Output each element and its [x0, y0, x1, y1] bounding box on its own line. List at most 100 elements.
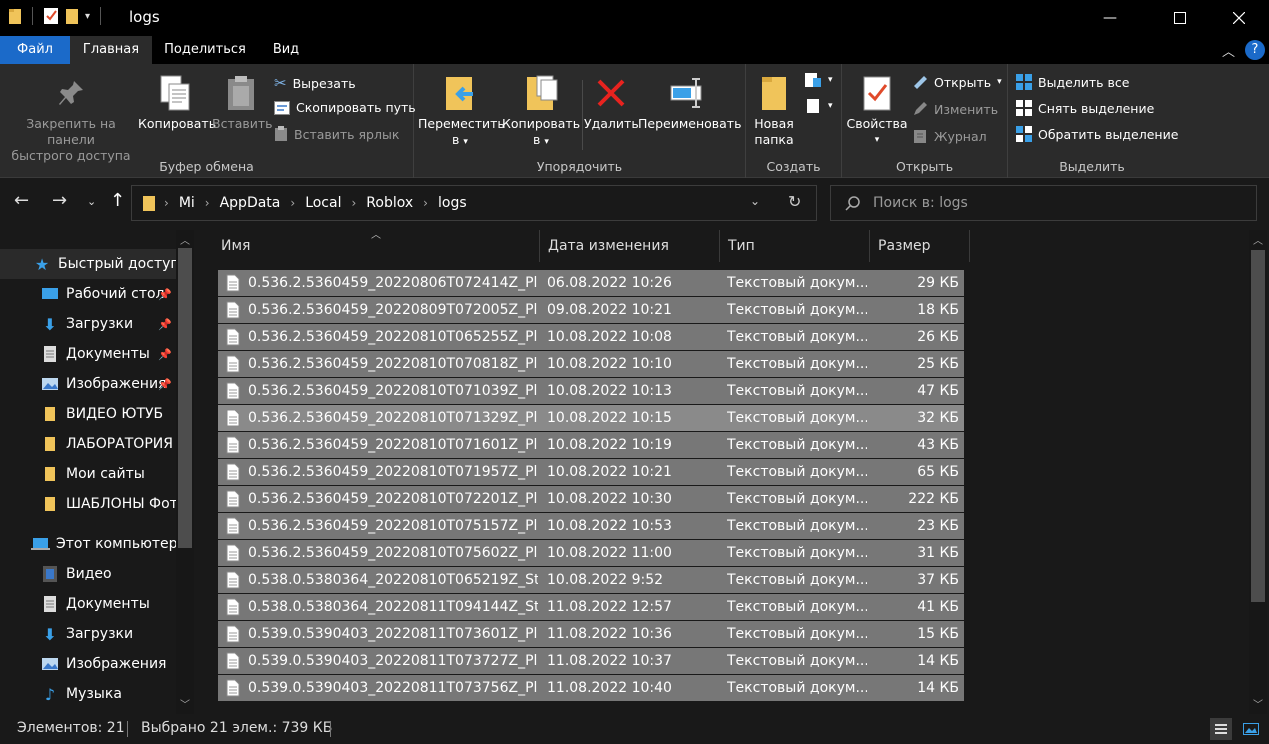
- scrollbar-thumb[interactable]: [1251, 250, 1265, 602]
- new-folder-button[interactable]: Новая папка: [748, 70, 800, 148]
- file-size: 41 КБ: [917, 599, 959, 615]
- sidebar-item-folder[interactable]: Мои сайты: [0, 459, 176, 489]
- search-input[interactable]: Поиск в: logs: [830, 185, 1257, 221]
- column-header-size[interactable]: Размер: [870, 230, 970, 262]
- file-row[interactable]: 0.536.2.5360459_20220809T072005Z_Play...…: [218, 297, 964, 323]
- copy-button[interactable]: Копировать: [138, 70, 217, 132]
- sidebar-item-documents[interactable]: Документы 📌: [0, 339, 176, 369]
- breadcrumb-item[interactable]: Roblox: [366, 195, 413, 211]
- pin-quick-access-button[interactable]: Закрепить на панели быстрого доступа: [6, 70, 136, 164]
- file-row[interactable]: 0.536.2.5360459_20220806T072414Z_Play...…: [218, 270, 964, 296]
- copy-path-button[interactable]: Скопировать путь: [274, 100, 416, 115]
- chevron-up-icon[interactable]: ︿: [180, 232, 190, 247]
- star-icon: ★: [34, 254, 50, 274]
- breadcrumb-separator[interactable]: ›: [205, 196, 210, 210]
- sidebar-item-folder[interactable]: ШАБЛОНЫ Фото: [0, 489, 176, 519]
- large-icons-view-button[interactable]: [1240, 718, 1262, 740]
- up-button[interactable]: ↑: [110, 190, 125, 211]
- address-bar[interactable]: › Mi › AppData › Local › Roblox › logs ⌄…: [131, 185, 817, 221]
- file-date: 11.08.2022 12:57: [547, 599, 672, 615]
- invert-selection-button[interactable]: Обратить выделение: [1016, 126, 1178, 142]
- sidebar-item-pictures[interactable]: Изображения: [0, 649, 176, 679]
- select-none-button[interactable]: Снять выделение: [1016, 100, 1154, 116]
- close-button[interactable]: [1216, 0, 1262, 36]
- chevron-down-icon[interactable]: ﹀: [180, 696, 190, 711]
- sidebar-item-music[interactable]: ♪ Музыка: [0, 679, 176, 709]
- file-row[interactable]: 0.538.0.5380364_20220810T065219Z_Stu... 1…: [218, 567, 964, 593]
- breadcrumb-separator[interactable]: ›: [290, 196, 295, 210]
- file-row[interactable]: 0.536.2.5360459_20220810T071601Z_Play...…: [218, 432, 964, 458]
- new-folder-icon[interactable]: [65, 7, 79, 25]
- column-header-name[interactable]: Имя ︿: [213, 230, 540, 262]
- chevron-up-icon[interactable]: ︿: [1253, 232, 1263, 247]
- minimize-button[interactable]: —: [1087, 0, 1133, 36]
- breadcrumb-item[interactable]: logs: [438, 195, 467, 211]
- sidebar-item-videos[interactable]: Видео: [0, 559, 176, 589]
- cut-button[interactable]: ✂ Вырезать: [274, 74, 356, 92]
- sidebar-item-folder[interactable]: ВИДЕО ЮТУБ: [0, 399, 176, 429]
- paste-button[interactable]: Вставить: [212, 70, 273, 132]
- file-row[interactable]: 0.539.0.5390403_20220811T073756Z_Play...…: [218, 675, 964, 701]
- refresh-icon[interactable]: ↻: [788, 192, 801, 211]
- sidebar-item-quick-access[interactable]: ★ Быстрый доступ: [0, 249, 176, 279]
- file-row[interactable]: 0.536.2.5360459_20220810T072201Z_Play...…: [218, 486, 964, 512]
- edit-button[interactable]: Изменить: [912, 101, 998, 117]
- tab-share[interactable]: Поделиться: [158, 36, 252, 64]
- tab-file[interactable]: Файл: [0, 36, 70, 64]
- chevron-down-icon[interactable]: ﹀: [1253, 696, 1263, 711]
- file-row[interactable]: 0.536.2.5360459_20220810T075157Z_Play...…: [218, 513, 964, 539]
- file-row[interactable]: 0.536.2.5360459_20220810T075602Z_Play...…: [218, 540, 964, 566]
- properties-icon[interactable]: [43, 7, 59, 25]
- recent-locations-button[interactable]: ⌄: [87, 195, 96, 208]
- help-icon[interactable]: ?: [1245, 40, 1265, 60]
- breadcrumb-separator[interactable]: ›: [423, 196, 428, 210]
- column-header-type[interactable]: Тип: [720, 230, 870, 262]
- history-button[interactable]: Журнал: [912, 128, 987, 144]
- sidebar-item-downloads[interactable]: ⬇ Загрузки: [0, 619, 176, 649]
- rename-button[interactable]: Переименовать: [638, 70, 741, 132]
- move-to-button[interactable]: Переместить в ▾: [418, 70, 505, 150]
- sidebar-scrollbar[interactable]: ︿ ﹀: [176, 230, 194, 714]
- paste-shortcut-button[interactable]: Вставить ярлык: [274, 126, 399, 142]
- open-button[interactable]: Открыть ▾: [912, 74, 1002, 90]
- tab-home[interactable]: Главная: [70, 36, 152, 64]
- properties-button[interactable]: Свойства ▾: [844, 70, 910, 148]
- new-item-button[interactable]: ▾: [804, 72, 833, 88]
- file-row[interactable]: 0.539.0.5390403_20220811T073727Z_Play...…: [218, 648, 964, 674]
- text-file-icon: [226, 301, 240, 319]
- scrollbar-thumb[interactable]: [178, 248, 192, 548]
- sidebar-item-pictures[interactable]: Изображения 📌: [0, 369, 176, 399]
- select-all-button[interactable]: Выделить все: [1016, 74, 1129, 90]
- maximize-button[interactable]: [1157, 0, 1203, 36]
- file-row[interactable]: 0.536.2.5360459_20220810T071039Z_Play...…: [218, 378, 964, 404]
- tab-view[interactable]: Вид: [262, 36, 310, 64]
- address-dropdown-icon[interactable]: ⌄: [750, 194, 760, 208]
- file-row[interactable]: 0.538.0.5380364_20220811T094144Z_Stu... 1…: [218, 594, 964, 620]
- sidebar-item-folder[interactable]: ЛАБОРАТОРИЯ: [0, 429, 176, 459]
- forward-button[interactable]: →: [52, 190, 67, 211]
- customize-toolbar-icon[interactable]: ▾: [85, 11, 90, 22]
- file-row[interactable]: 0.536.2.5360459_20220810T071329Z_Play...…: [218, 405, 964, 431]
- breadcrumb-separator[interactable]: ›: [351, 196, 356, 210]
- column-header-date[interactable]: Дата изменения: [540, 230, 720, 262]
- breadcrumb-item[interactable]: Local: [305, 195, 341, 211]
- open-group-label: Открыть: [895, 159, 954, 174]
- file-list-scrollbar[interactable]: ︿ ﹀: [1249, 230, 1267, 714]
- sidebar-item-documents[interactable]: Документы: [0, 589, 176, 619]
- copy-label: Копировать: [138, 116, 217, 131]
- easy-access-button[interactable]: ▾: [804, 98, 833, 114]
- delete-button[interactable]: Удалить: [584, 70, 639, 132]
- copy-to-button[interactable]: Копировать в ▾: [502, 70, 580, 150]
- back-button[interactable]: ←: [14, 190, 29, 211]
- file-row[interactable]: 0.536.2.5360459_20220810T065255Z_Play...…: [218, 324, 964, 350]
- collapse-ribbon-icon[interactable]: ︿: [1222, 41, 1235, 60]
- breadcrumb-item[interactable]: AppData: [220, 195, 281, 211]
- sidebar-item-this-pc[interactable]: Этот компьютер: [0, 529, 176, 559]
- file-row[interactable]: 0.536.2.5360459_20220810T070818Z_Play...…: [218, 351, 964, 377]
- file-row[interactable]: 0.536.2.5360459_20220810T071957Z_Play...…: [218, 459, 964, 485]
- file-row[interactable]: 0.539.0.5390403_20220811T073601Z_Play...…: [218, 621, 964, 647]
- breadcrumb-item[interactable]: Mi: [179, 195, 195, 211]
- sidebar-item-desktop[interactable]: Рабочий стол 📌: [0, 279, 176, 309]
- details-view-button[interactable]: [1210, 718, 1232, 740]
- sidebar-item-downloads[interactable]: ⬇ Загрузки 📌: [0, 309, 176, 339]
